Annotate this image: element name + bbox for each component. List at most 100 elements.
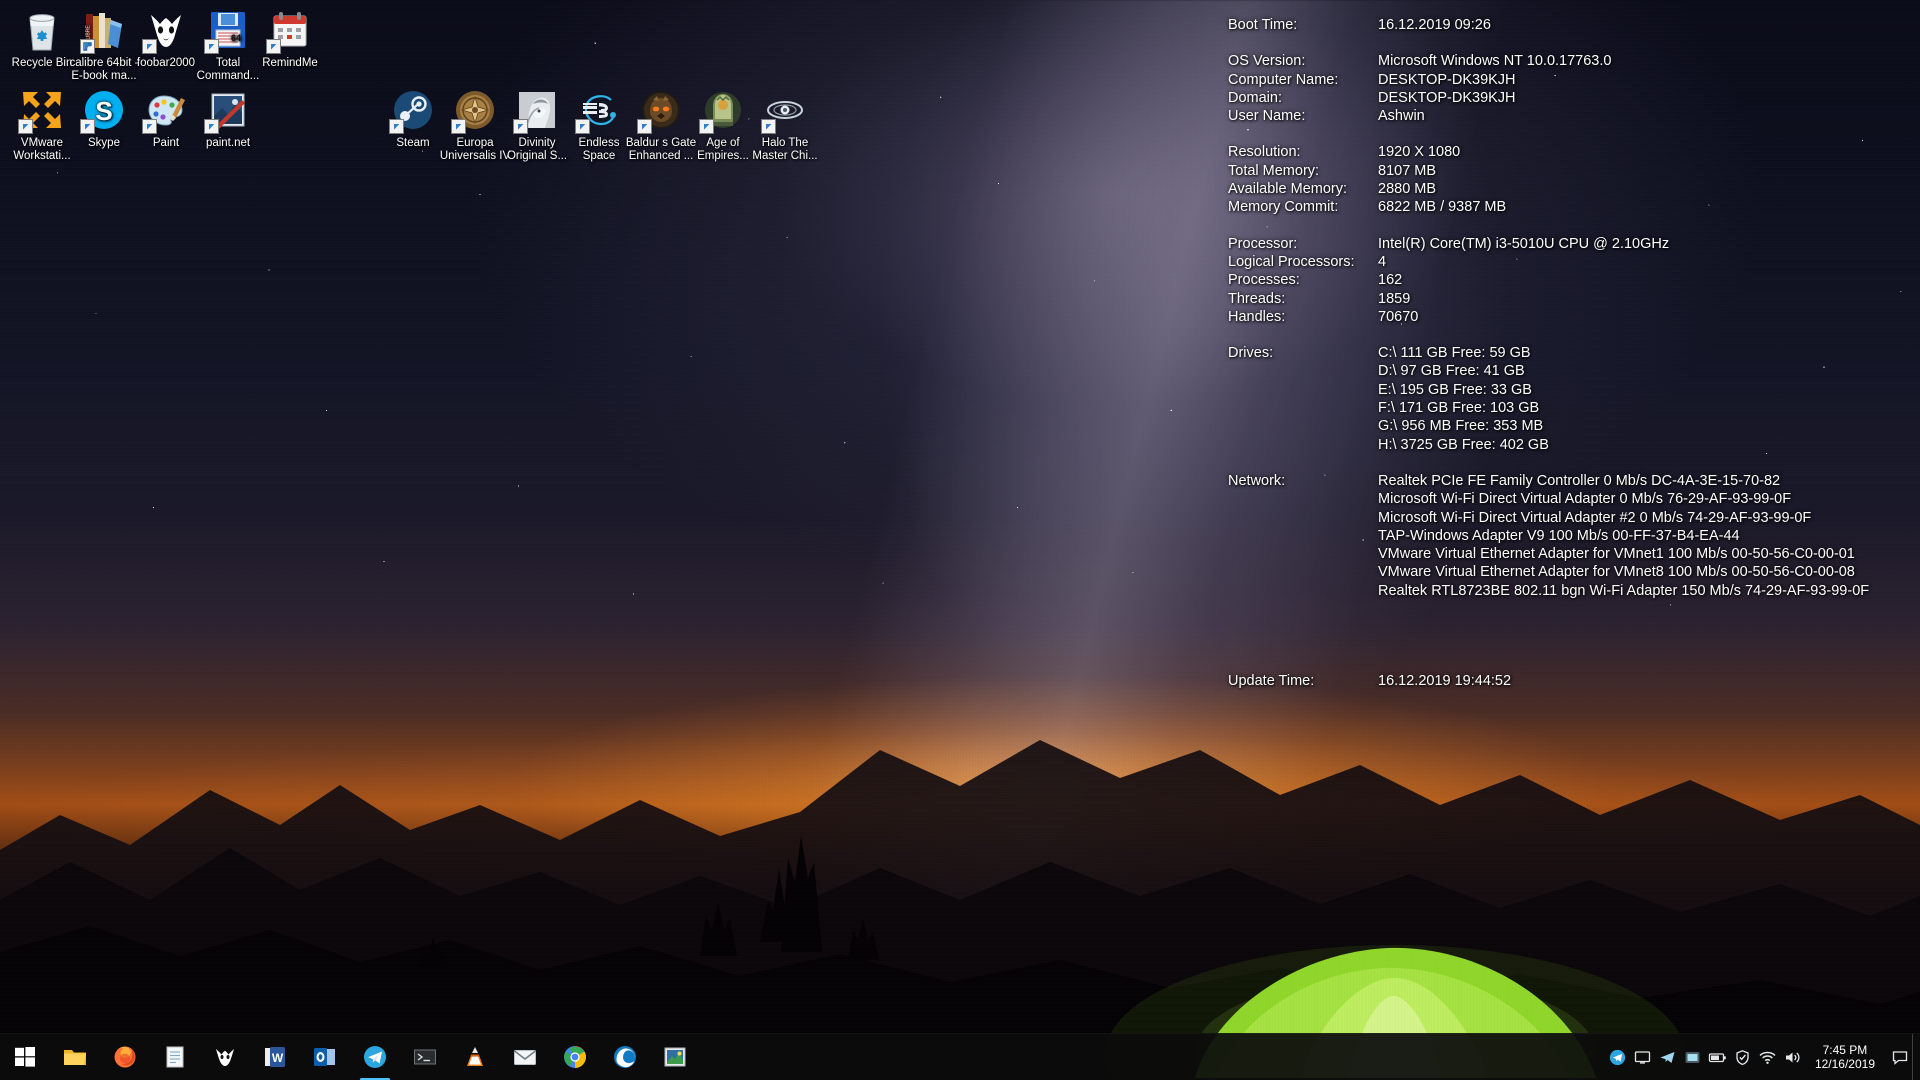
desktop-icon-remindme[interactable]: RemindMe (252, 6, 328, 70)
shortcut-overlay-icon (204, 39, 219, 54)
bginfo-network-line: Microsoft Wi-Fi Direct Virtual Adapter 0… (1378, 491, 1792, 508)
vmware-workstation-icon (18, 86, 66, 134)
bginfo-network-line: TAP-Windows Adapter V9 100 Mb/s 00-FF-37… (1378, 527, 1740, 544)
taskbar-clock[interactable]: 7:45 PM 12/16/2019 (1805, 1034, 1887, 1080)
age-of-empires-icon (699, 86, 747, 134)
taskbar-item-edge[interactable] (600, 1034, 650, 1080)
bginfo-value: DESKTOP-DK39KJH (1378, 89, 1516, 106)
bginfo-value: Realtek PCIe FE Family Controller 0 Mb/s… (1378, 472, 1781, 489)
desktop-icon-halo-mcc[interactable]: Halo The Master Chi... (747, 86, 823, 163)
tray-monitor-icon[interactable] (1630, 1034, 1655, 1080)
tray-vmware-icon[interactable] (1680, 1034, 1705, 1080)
taskbar-item-outlook[interactable] (300, 1034, 350, 1080)
bginfo-row-processor: Processor: Intel(R) Core(TM) i3-5010U CP… (1228, 235, 1918, 253)
bginfo-value: DESKTOP-DK39KJH (1378, 71, 1516, 88)
clock-time: 7:45 PM (1822, 1043, 1868, 1057)
bginfo-key: Handles: (1228, 308, 1286, 325)
bginfo-key: Boot Time: (1228, 17, 1298, 33)
taskbar-item-file-explorer[interactable] (50, 1034, 100, 1080)
remindme-icon (266, 6, 314, 54)
word-icon: W (265, 1047, 285, 1067)
shortcut-overlay-icon (80, 119, 95, 134)
clock-date: 12/16/2019 (1814, 1057, 1875, 1071)
bginfo-value: 6822 MB / 9387 MB (1378, 199, 1507, 216)
paint-net-icon (204, 86, 252, 134)
shortcut-overlay-icon (451, 119, 466, 134)
bginfo-network-line: Microsoft Wi-Fi Direct Virtual Adapter #… (1378, 509, 1812, 526)
taskbar-item-notepad[interactable] (150, 1034, 200, 1080)
tray-telegram-icon[interactable] (1605, 1034, 1630, 1080)
bginfo-key: Resolution: (1228, 144, 1301, 161)
bginfo-value: Ashwin (1378, 108, 1425, 125)
bginfo-value: 4 (1378, 253, 1387, 270)
bginfo-value: 2880 MB (1378, 181, 1437, 198)
taskbar-item-chrome[interactable] (550, 1034, 600, 1080)
bginfo-key: Drives: (1228, 345, 1274, 362)
bginfo-drive-line: H:\ 3725 GB Free: 402 GB (1378, 436, 1549, 453)
halo-mcc-icon (761, 86, 809, 134)
bginfo-spacer (1228, 217, 1918, 235)
desktop[interactable]: Recycle Bin CALIBRE calibre 64bit - E-bo… (0, 0, 1920, 1080)
taskbar-item-photos[interactable] (650, 1034, 700, 1080)
bginfo-row-available-memory: Available Memory: 2880 MB (1228, 180, 1918, 198)
bginfo-key: Memory Commit: (1228, 199, 1339, 216)
bginfo-row-processes: Processes: 162 (1228, 271, 1918, 289)
tray-battery-icon[interactable] (1705, 1034, 1730, 1080)
bginfo-network-line: Realtek RTL8723BE 802.11 bgn Wi-Fi Adapt… (1378, 582, 1870, 599)
bginfo-value: 162 (1378, 272, 1403, 289)
bginfo-key: Domain: (1228, 89, 1282, 106)
file-explorer-icon (64, 1050, 86, 1065)
taskbar-item-word[interactable]: W (250, 1034, 300, 1080)
svg-text:64: 64 (231, 33, 241, 43)
bginfo-key: Available Memory: (1228, 181, 1348, 198)
edge-icon (614, 1046, 636, 1068)
bginfo-row-handles: Handles: 70670 (1228, 308, 1918, 326)
desktop-icon-label: paint.net (205, 137, 251, 149)
outlook-icon (314, 1048, 335, 1066)
bginfo-drive-line: F:\ 171 GB Free: 103 GB (1378, 400, 1540, 417)
steam-icon (389, 86, 437, 134)
tray-shield-icon[interactable] (1730, 1034, 1755, 1080)
tray-volume-icon[interactable] (1780, 1034, 1805, 1080)
bginfo-row-computer-name: Computer Name: DESKTOP-DK39KJH (1228, 71, 1918, 89)
shortcut-overlay-icon (142, 39, 157, 54)
bginfo-row-user-name: User Name: Ashwin (1228, 107, 1918, 125)
svg-text:S: S (95, 96, 112, 126)
taskbar-item-vlc[interactable] (450, 1034, 500, 1080)
shortcut-overlay-icon (637, 119, 652, 134)
divinity-original-sin-icon (513, 86, 561, 134)
bginfo-value: Microsoft Windows NT 10.0.17763.0 (1378, 53, 1612, 70)
mail-icon (514, 1050, 536, 1065)
taskbar-item-telegram[interactable] (350, 1034, 400, 1080)
taskbar-item-foobar2000[interactable] (200, 1034, 250, 1080)
action-center-icon[interactable] (1887, 1034, 1912, 1080)
system-tray[interactable]: 7:45 PM 12/16/2019 (1605, 1033, 1920, 1080)
bginfo-row-resolution: Resolution: 1920 X 1080 (1228, 143, 1918, 161)
taskbar-item-firefox[interactable] (100, 1034, 150, 1080)
bginfo-drive-line: E:\ 195 GB Free: 33 GB (1378, 381, 1532, 398)
desktop-icon-paint-net[interactable]: paint.net (190, 86, 266, 150)
bginfo-value: 70670 (1378, 308, 1419, 325)
paint-icon (142, 86, 190, 134)
shortcut-overlay-icon (513, 119, 528, 134)
bginfo-value: Intel(R) Core(TM) i3-5010U CPU @ 2.10GHz (1378, 235, 1670, 252)
bginfo-value: 16.12.2019 09:26 (1378, 17, 1491, 33)
foobar2000-icon (142, 6, 190, 54)
bginfo-row-boot-time: Boot Time: 16.12.2019 09:26 (1228, 16, 1918, 34)
taskbar-item-terminal[interactable] (400, 1034, 450, 1080)
taskbar-item-mail[interactable] (500, 1034, 550, 1080)
tray-paperplane-icon[interactable] (1655, 1034, 1680, 1080)
total-commander-icon: 64 (204, 6, 252, 54)
tray-wifi-icon[interactable] (1755, 1034, 1780, 1080)
baldurs-gate-icon (637, 86, 685, 134)
windows-logo-icon (15, 1047, 35, 1067)
bginfo-key: Logical Processors: (1228, 253, 1355, 270)
taskbar[interactable]: W 7:45 PM 12/16/2019 (0, 1033, 1920, 1080)
show-desktop-button[interactable] (1912, 1033, 1920, 1080)
bginfo-drive-line: D:\ 97 GB Free: 41 GB (1378, 363, 1525, 380)
bginfo-spacer (1228, 125, 1918, 143)
bginfo-row-domain: Domain: DESKTOP-DK39KJH (1228, 89, 1918, 107)
telegram-icon (364, 1046, 386, 1068)
desktop-icon-label: RemindMe (262, 57, 318, 69)
start-button[interactable] (0, 1034, 50, 1080)
